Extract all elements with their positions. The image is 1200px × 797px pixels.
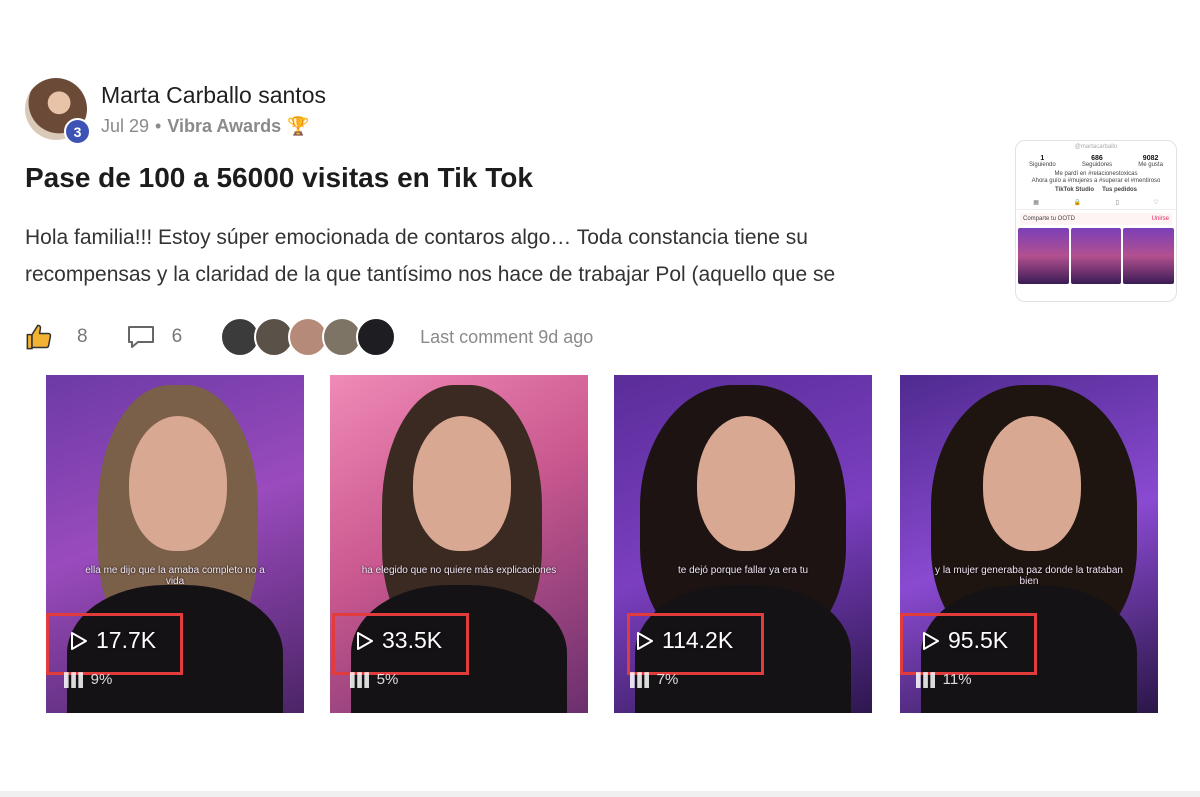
play-icon bbox=[357, 631, 373, 650]
play-icon bbox=[637, 631, 653, 650]
video-caption: ha elegido que no quiere más explicacion… bbox=[361, 565, 557, 576]
play-icon bbox=[71, 631, 87, 650]
like-count: 8 bbox=[77, 326, 88, 347]
retention-percent: ▌▌▌ 9% bbox=[64, 671, 113, 688]
grid-icon: ▦ bbox=[1033, 200, 1039, 206]
bar-chart-icon: ▌▌▌ bbox=[916, 672, 940, 687]
grid-video-thumb bbox=[1018, 228, 1069, 284]
post-image-thumbnail[interactable]: @martacarballo 1 Siguiendo 686 Seguidores … bbox=[1015, 140, 1177, 302]
bar-chart-icon: ▌▌▌ bbox=[630, 672, 654, 687]
retention-percent: ▌▌▌ 11% bbox=[916, 671, 972, 688]
lock-icon: 🔒 bbox=[1073, 200, 1081, 206]
share-banner: Comparte tu OOTD Unirse bbox=[1020, 213, 1172, 225]
profile-video-grid bbox=[1016, 228, 1176, 284]
video-tile[interactable]: y la mujer generaba paz donde la trataba… bbox=[900, 375, 1158, 713]
post-divider bbox=[0, 791, 1200, 797]
video-tile[interactable]: ha elegido que no quiere más explicacion… bbox=[330, 375, 588, 713]
post-body-line: recompensas y la claridad de la que tant… bbox=[25, 263, 836, 286]
level-badge: 3 bbox=[64, 118, 91, 145]
video-tile[interactable]: ella me dijo que la amaba completo no a … bbox=[46, 375, 304, 713]
post-meta: Jul 29 • Vibra Awards 🏆 bbox=[101, 116, 310, 137]
grid-video-thumb bbox=[1070, 228, 1122, 284]
reactions-bar: 8 6 Last comment 9d ago bbox=[25, 317, 594, 357]
category-link[interactable]: Vibra Awards bbox=[167, 116, 281, 137]
profile-stats: 1 Siguiendo 686 Seguidores 9082 Me gusta bbox=[1016, 155, 1176, 168]
video-caption: te dejó porque fallar ya era tu bbox=[677, 565, 809, 576]
profile-tabs: ▦ 🔒 ▯ ♡ bbox=[1016, 199, 1176, 210]
view-count: 33.5K bbox=[356, 627, 442, 654]
retention-percent: ▌▌▌ 5% bbox=[350, 671, 399, 688]
post-date: Jul 29 bbox=[101, 116, 150, 136]
bar-chart-icon: ▌▌▌ bbox=[64, 672, 88, 687]
meta-separator: • bbox=[155, 116, 162, 136]
profile-links: TikTok Studio Tus pedidos bbox=[1054, 187, 1137, 193]
thumbs-up-icon[interactable] bbox=[25, 323, 53, 351]
comment-icon[interactable] bbox=[126, 324, 156, 350]
play-icon bbox=[923, 631, 939, 650]
video-caption: ella me dijo que la amaba completo no a … bbox=[85, 565, 265, 587]
community-post: 3 Marta Carballo santos Jul 29 • Vibra A… bbox=[0, 0, 1200, 797]
video-caption: y la mujer generaba paz donde la trataba… bbox=[935, 565, 1123, 587]
post-body[interactable]: Hola familia!!! Estoy súper emocionada d… bbox=[25, 219, 1000, 293]
profile-bio: Me pardí en #relacionestoxicas Ahora guí… bbox=[1031, 171, 1161, 184]
stat-followers: 686 Seguidores bbox=[1081, 155, 1113, 168]
comment-count: 6 bbox=[171, 326, 183, 347]
post-title[interactable]: Pase de 100 a 56000 visitas en Tik Tok bbox=[25, 162, 533, 194]
author-avatar[interactable]: 3 bbox=[25, 78, 91, 145]
author-name[interactable]: Marta Carballo santos bbox=[101, 82, 326, 109]
heart-icon: ♡ bbox=[1153, 200, 1159, 206]
view-count: 114.2K bbox=[636, 627, 733, 654]
grid-video-thumb bbox=[1123, 228, 1175, 284]
view-count: 17.7K bbox=[70, 627, 156, 654]
bar-chart-icon: ▌▌▌ bbox=[350, 672, 374, 687]
profile-handle: @martacarballo bbox=[1074, 144, 1118, 150]
video-tile[interactable]: te dejó porque fallar ya era tu 114.2K ▌… bbox=[614, 375, 872, 713]
stat-following: 1 Siguiendo bbox=[1029, 155, 1056, 168]
bookmark-icon: ▯ bbox=[1115, 200, 1119, 206]
trophy-icon: 🏆 bbox=[287, 116, 310, 136]
last-comment-time: Last comment 9d ago bbox=[420, 326, 594, 347]
retention-percent: ▌▌▌ 7% bbox=[630, 671, 679, 688]
stat-likes: 9082 Me gusta bbox=[1138, 155, 1163, 168]
view-count: 95.5K bbox=[922, 627, 1008, 654]
post-body-line: Hola familia!!! Estoy súper emocionada d… bbox=[25, 226, 808, 249]
avatar[interactable] bbox=[356, 317, 397, 357]
commenter-avatars[interactable] bbox=[220, 317, 397, 357]
